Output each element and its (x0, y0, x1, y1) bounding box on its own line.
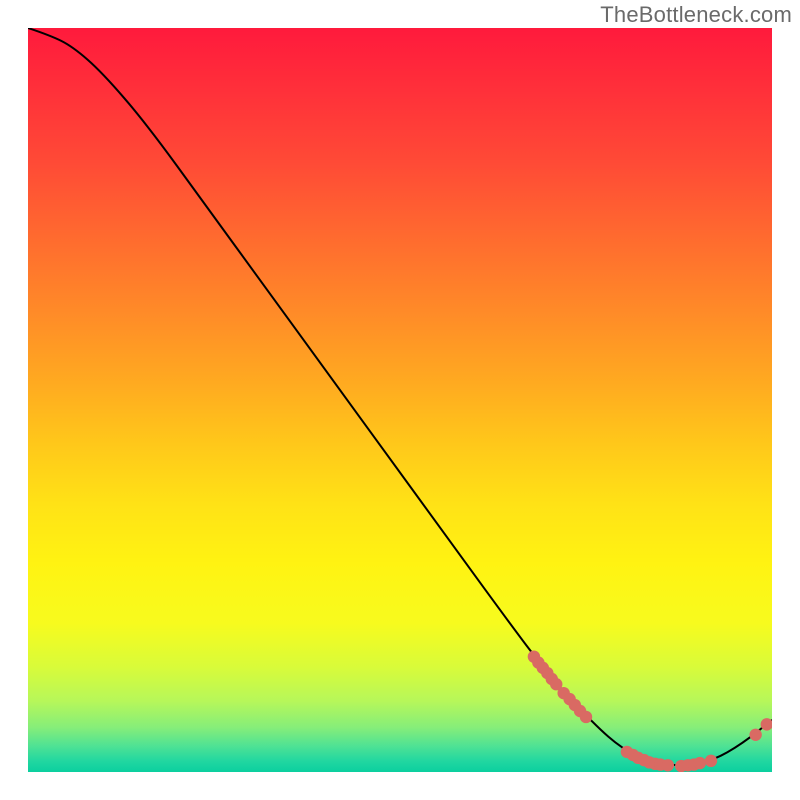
gradient-background (28, 28, 772, 772)
plot-area (28, 28, 772, 772)
data-marker (694, 757, 706, 769)
watermark-label: TheBottleneck.com (600, 2, 792, 28)
data-marker (662, 759, 674, 771)
chart-stage: TheBottleneck.com (0, 0, 800, 800)
data-marker (705, 755, 717, 767)
chart-svg (28, 28, 772, 772)
data-marker (749, 729, 761, 741)
data-marker (580, 711, 592, 723)
